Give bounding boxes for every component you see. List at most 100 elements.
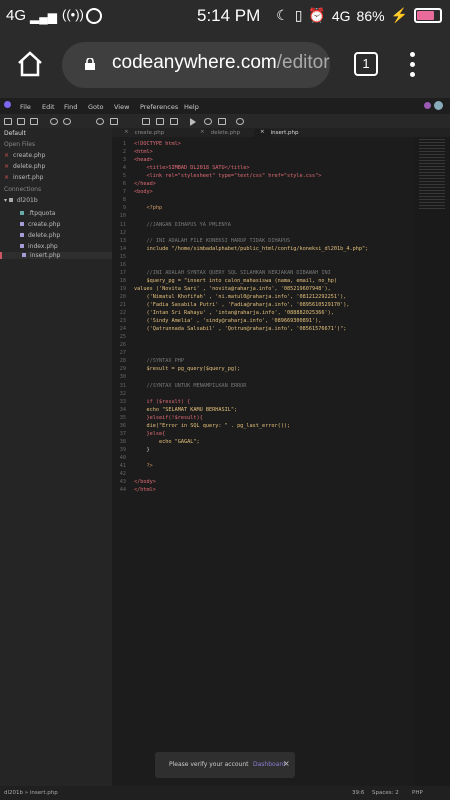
code-text: $query_pg = "insert into calon_mahasiswa… <box>134 277 338 284</box>
close-icon[interactable]: × <box>4 174 9 181</box>
line-number: 7 <box>122 189 126 196</box>
menu-preferences[interactable]: Preferences <box>140 103 178 111</box>
tree-item-ftpquota[interactable]: .ftpquota <box>20 210 55 217</box>
settings-icon[interactable] <box>236 118 244 125</box>
notification-badge[interactable] <box>424 102 431 109</box>
code-text: //SYNTAX UNTUK MENAMPILKAN ERROR <box>134 382 247 389</box>
search-icon[interactable] <box>96 118 104 125</box>
file-icon <box>20 211 24 215</box>
code-text: die("Error in SQL query: " . pg_last_err… <box>134 422 291 429</box>
line-number: 29 <box>119 366 126 373</box>
menu-view[interactable]: View <box>114 103 129 111</box>
connections-heading: Connections <box>4 186 42 193</box>
tab-create[interactable]: × create.php <box>118 129 164 137</box>
more-options-icon[interactable] <box>410 52 416 78</box>
code-text: $result = pg_query($query_pg); <box>134 366 241 373</box>
browser-toolbar: codeanywhere.com/editor 1 <box>0 32 450 98</box>
line-number: 38 <box>119 438 126 445</box>
server-icon <box>8 198 13 202</box>
line-number: 5 <box>122 173 126 180</box>
php-file-icon <box>20 244 24 248</box>
code-text: <html> <box>134 149 153 156</box>
save-icon[interactable] <box>17 118 25 125</box>
code-text: ('Sindy Amelia' , 'sindy@raharja.info', … <box>134 318 322 325</box>
cursor-position[interactable]: 39:6 <box>352 790 364 796</box>
line-number: 4 <box>122 165 126 172</box>
php-file-icon <box>20 233 24 237</box>
outdent-icon[interactable] <box>156 118 164 125</box>
code-text: include "/home/simbadalphabet/public_htm… <box>134 245 369 252</box>
tab-switcher-button[interactable]: 1 <box>354 52 378 76</box>
menu-edit[interactable]: Edit <box>42 103 55 111</box>
home-icon[interactable] <box>16 50 44 78</box>
line-number: 41 <box>119 463 126 469</box>
tab-insert[interactable]: × insert.php <box>254 129 299 137</box>
menu-find[interactable]: Find <box>64 103 77 111</box>
indent-setting[interactable]: Spaces: 2 <box>372 790 399 796</box>
vibrate-icon: ▯ <box>294 7 303 23</box>
toast-dashboard-link[interactable]: Dashboard <box>253 761 286 768</box>
close-icon[interactable]: × <box>283 759 290 768</box>
line-number: 16 <box>119 261 126 268</box>
line-number: 42 <box>119 471 126 478</box>
code-text: }elseif(!$result){ <box>134 414 203 421</box>
save-all-icon[interactable] <box>30 118 38 125</box>
close-icon[interactable]: × <box>4 163 9 170</box>
minimap[interactable] <box>415 137 450 786</box>
tab-delete[interactable]: × delete.php <box>194 129 240 137</box>
bookmark-icon[interactable] <box>218 118 226 125</box>
comment-icon[interactable] <box>170 118 178 125</box>
language-mode[interactable]: PHP <box>412 790 423 796</box>
line-number: 33 <box>119 398 126 405</box>
connection-root[interactable]: ▾ dl201b <box>4 197 38 204</box>
close-icon[interactable]: × <box>4 152 9 159</box>
app-logo-icon <box>4 101 11 108</box>
breadcrumb: dl201b » insert.php <box>4 790 58 796</box>
user-avatar[interactable] <box>434 101 443 110</box>
url-domain: codeanywhere.com <box>112 52 277 73</box>
code-text: // INI ADALAH FILE KONEKSI HARUP TIDAK D… <box>134 237 291 244</box>
line-number: 13 <box>119 237 126 244</box>
tree-item-insert[interactable]: insert.php <box>0 252 130 259</box>
menu-file[interactable]: File <box>20 103 31 111</box>
menu-help[interactable]: Help <box>184 103 199 111</box>
url-text: codeanywhere.com/editor <box>112 52 330 74</box>
code-text: echo "GAGAL"; <box>134 438 200 445</box>
signal-icon: ▂▄▆ <box>30 10 57 24</box>
line-number: 37 <box>119 430 126 437</box>
run-icon[interactable] <box>190 118 196 126</box>
code-text: <link rel="stylesheet" type="text/css" h… <box>134 173 322 180</box>
code-text: </body> <box>134 479 156 486</box>
tree-item-create[interactable]: create.php <box>20 221 60 228</box>
line-number: 27 <box>119 350 126 357</box>
open-file-insert[interactable]: × insert.php <box>4 174 43 181</box>
code-editor[interactable]: 1 <!DOCTYPE html> 2 <html> 3 <head> 4 <title>S… <box>112 137 415 786</box>
line-number: 21 <box>119 302 126 308</box>
new-file-icon[interactable] <box>4 118 12 125</box>
tree-item-delete[interactable]: delete.php <box>20 232 60 239</box>
line-number: 12 <box>119 229 126 236</box>
indent-icon[interactable] <box>142 118 150 125</box>
editor-tabs: × create.php × delete.php × insert.php <box>112 128 450 137</box>
code-text: ('Fadia Sasabila Putri' , 'Fadia@raharja… <box>134 302 350 308</box>
line-number: 17 <box>119 269 126 276</box>
line-number: 28 <box>119 358 126 365</box>
line-number: 26 <box>119 342 126 349</box>
line-number: 18 <box>119 277 126 284</box>
menu-goto[interactable]: Goto <box>88 103 104 111</box>
code-text: <head> <box>134 157 153 164</box>
open-file-create[interactable]: × create.php <box>4 152 45 159</box>
php-file-icon <box>22 253 26 257</box>
tree-item-index[interactable]: index.php <box>20 243 58 250</box>
line-number: 34 <box>119 406 126 413</box>
refresh-icon[interactable] <box>204 118 212 125</box>
editor-toolbar <box>0 114 450 129</box>
clock: 5:14 PM <box>197 6 261 25</box>
code-text: //SYNTAX PHP <box>134 358 184 365</box>
redo-icon[interactable] <box>63 118 71 125</box>
replace-icon[interactable] <box>110 118 118 125</box>
open-file-delete[interactable]: × delete.php <box>4 163 45 170</box>
undo-icon[interactable] <box>50 118 58 125</box>
code-text: <body> <box>134 189 153 196</box>
line-number: 43 <box>119 479 126 486</box>
